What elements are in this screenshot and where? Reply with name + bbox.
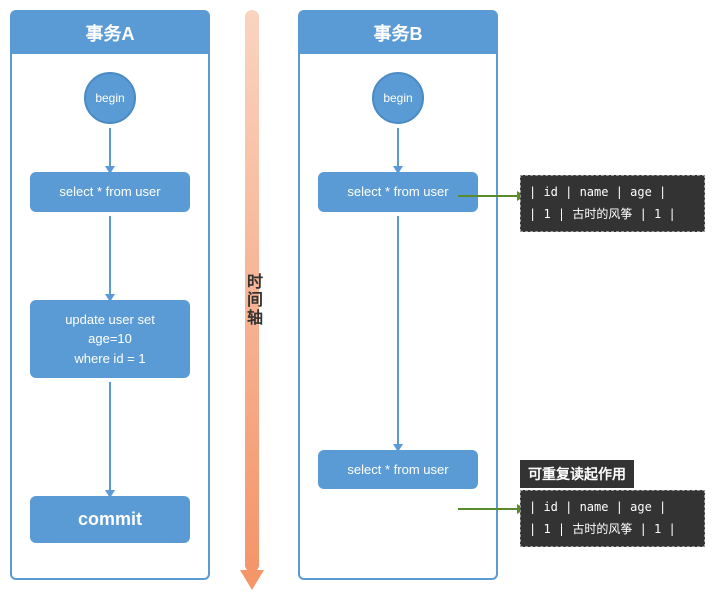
transaction-a-col: 事务A begin select * from user update user… [10,10,210,580]
arrow-b-1 [397,128,399,168]
arrow-b-2 [397,216,399,446]
main-container: 事务A begin select * from user update user… [0,0,720,606]
result-table-1: | id | name | age | | 1 | 古时的风筝 | 1 | [520,175,705,232]
transaction-b-header: 事务B [300,12,496,54]
time-axis-label: 时间轴 [240,273,264,327]
arrow-a-1 [109,128,111,168]
result-table-2: | id | name | age | | 1 | 古时的风筝 | 1 | [520,490,705,547]
connector-1 [458,195,518,197]
result-table-2-header: | id | name | age | [529,497,696,519]
result-table-2-label: 可重复读起作用 [520,460,634,488]
time-axis-arrow [240,570,264,590]
arrow-a-2 [109,216,111,296]
time-axis-container: 时间轴 [222,10,282,590]
transaction-a-header: 事务A [12,12,208,54]
result-table-1-header: | id | name | age | [529,182,696,204]
result-table-1-row1: | 1 | 古时的风筝 | 1 | [529,204,696,226]
transaction-b-sql2: select * from user [318,450,478,490]
transaction-a-begin: begin [84,72,136,124]
connector-2 [458,508,518,510]
transaction-a-sql2: update user set age=10 where id = 1 [30,300,190,379]
transaction-b-col: 事务B begin select * from user select * fr… [298,10,498,580]
transaction-a-sql1: select * from user [30,172,190,212]
arrow-a-3 [109,382,111,492]
transaction-b-sql1: select * from user [318,172,478,212]
transaction-b-begin: begin [372,72,424,124]
transaction-a-commit: commit [30,496,190,543]
result-table-2-row1: | 1 | 古时的风筝 | 1 | [529,519,696,541]
